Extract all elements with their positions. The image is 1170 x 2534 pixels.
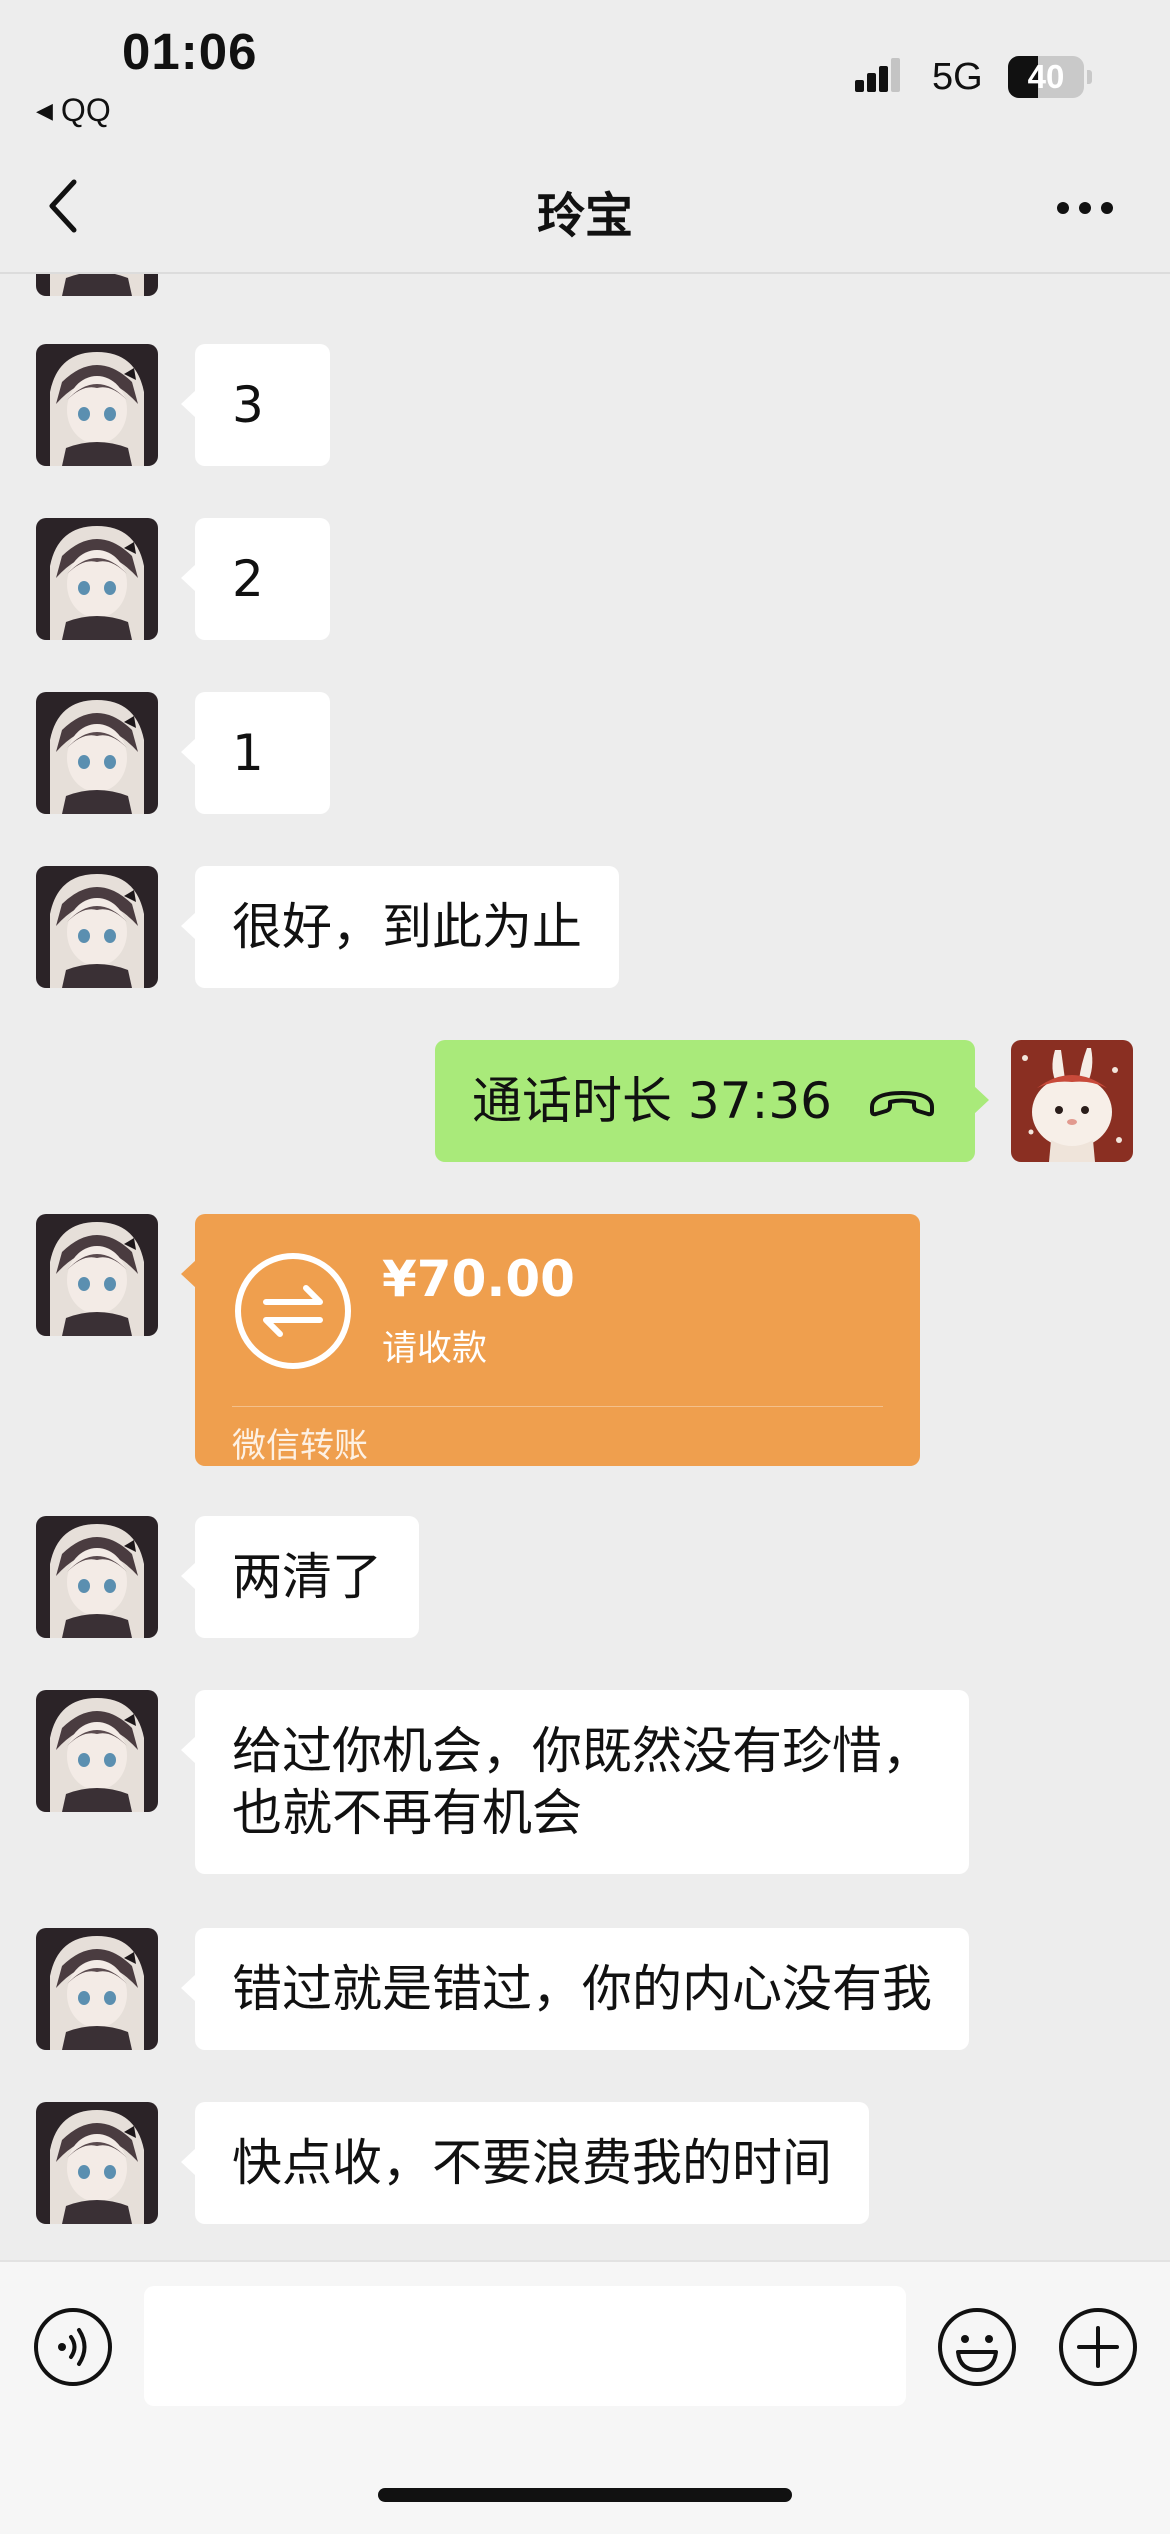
back-app-label: QQ [60, 92, 111, 128]
my-avatar[interactable] [1011, 1040, 1133, 1162]
status-bar: 01:06 ◀ QQ 5G 40 [0, 0, 1170, 140]
contact-avatar[interactable] [36, 1516, 158, 1638]
anime-girl-avatar-icon [36, 1214, 158, 1336]
message-bubble[interactable]: 快点收，不要浪费我的时间 [181, 2102, 869, 2224]
battery-icon: 40 [1008, 56, 1094, 98]
message-text: 1 [232, 724, 264, 782]
anime-girl-avatar-icon [36, 692, 158, 814]
status-time: 01:06 [122, 23, 258, 80]
message-text: 3 [232, 376, 264, 434]
call-record-bubble[interactable]: 通话时长 37:36 [435, 1040, 989, 1162]
message-text: 2 [232, 550, 264, 608]
anime-girl-avatar-icon [36, 1928, 158, 2050]
transfer-divider [232, 1406, 883, 1407]
transfer-label: 微信转账 [232, 1426, 368, 1466]
plus-icon[interactable] [1057, 2306, 1139, 2388]
transfer-amount: ¥70.00 [382, 1250, 575, 1308]
message-bubble[interactable]: 两清了 [181, 1516, 419, 1638]
message-text: 快点收，不要浪费我的时间 [232, 2134, 832, 2192]
contact-avatar[interactable] [36, 344, 158, 466]
emoji-icon[interactable] [936, 2306, 1018, 2388]
back-to-app-link[interactable]: ◀ QQ [36, 92, 111, 129]
message-list[interactable]: 3 2 1 很好，到此为止 通话时长 37:36 ¥70.00 请收款 微信转账… [0, 274, 1170, 2260]
chat-header: 玲宝 [0, 140, 1170, 274]
anime-girl-avatar-icon [36, 274, 158, 296]
contact-avatar[interactable] [36, 692, 158, 814]
message-text: 两清了 [232, 1548, 382, 1606]
contact-avatar[interactable] [36, 1690, 158, 1812]
signal-strength-icon [855, 58, 900, 92]
anime-girl-avatar-icon [36, 1516, 158, 1638]
voice-icon[interactable] [32, 2306, 114, 2388]
message-bubble[interactable]: 给过你机会，你既然没有珍惜， 也就不再有机会 [181, 1690, 969, 1874]
battery-level: 40 [1027, 58, 1065, 95]
message-bubble[interactable]: 错过就是错过，你的内心没有我 [181, 1928, 969, 2050]
message-bubble[interactable]: 3 [181, 344, 330, 466]
back-triangle-icon: ◀ [36, 98, 53, 123]
phone-hangup-icon [870, 1091, 934, 1117]
home-indicator [378, 2488, 792, 2502]
anime-girl-avatar-icon [36, 866, 158, 988]
message-text-line: 也就不再有机会 [232, 1784, 582, 1842]
contact-avatar[interactable] [36, 2102, 158, 2224]
message-input[interactable] [144, 2286, 906, 2406]
contact-avatar[interactable] [36, 1214, 158, 1336]
transfer-status: 请收款 [382, 1329, 488, 1369]
anime-girl-avatar-icon [36, 518, 158, 640]
message-text: 错过就是错过，你的内心没有我 [232, 1960, 932, 2018]
anime-girl-avatar-icon [36, 2102, 158, 2224]
message-bubble[interactable]: 很好，到此为止 [181, 866, 619, 988]
chat-title: 玲宝 [536, 188, 633, 244]
call-duration-text: 通话时长 37:36 [472, 1072, 832, 1130]
transfer-arrows-icon [235, 1253, 351, 1369]
message-bubble[interactable]: 2 [181, 518, 330, 640]
input-bar [0, 2260, 1170, 2534]
more-options-icon[interactable] [1055, 200, 1115, 216]
anime-girl-avatar-icon [36, 1690, 158, 1812]
message-text: 很好，到此为止 [232, 898, 582, 956]
transfer-card[interactable]: ¥70.00 请收款 微信转账 [181, 1214, 920, 1466]
message-bubble[interactable]: 1 [181, 692, 330, 814]
anime-girl-avatar-icon [36, 344, 158, 466]
message-text-line: 给过你机会，你既然没有珍惜， [232, 1722, 932, 1780]
contact-avatar[interactable] [36, 1928, 158, 2050]
contact-avatar[interactable] [36, 866, 158, 988]
bunny-avatar-icon [1011, 1040, 1133, 1162]
contact-avatar[interactable] [36, 518, 158, 640]
contact-avatar[interactable] [36, 274, 158, 296]
network-type: 5G [932, 56, 983, 98]
